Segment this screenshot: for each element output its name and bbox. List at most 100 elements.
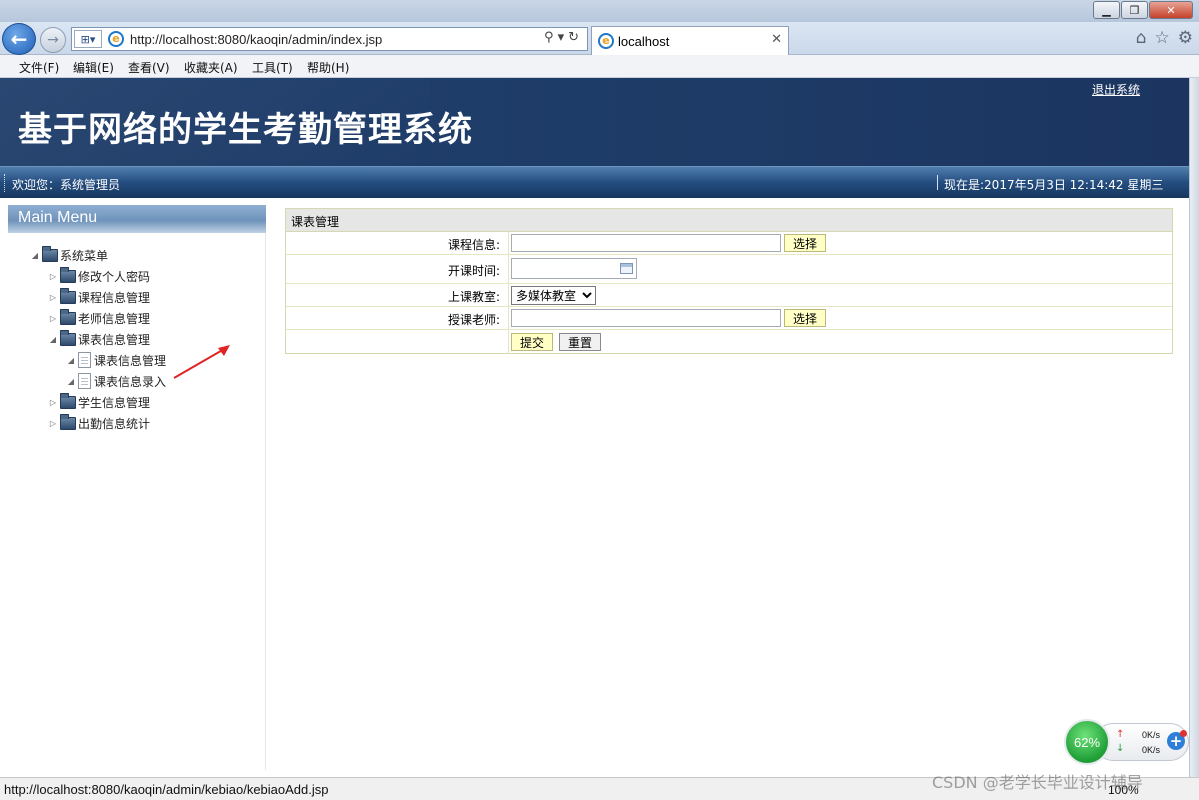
- panel-title: 课表管理: [286, 209, 1172, 232]
- usage-gauge: 62%: [1064, 719, 1110, 765]
- restore-button[interactable]: ❐: [1121, 1, 1148, 19]
- menu-help[interactable]: 帮助(H): [307, 59, 349, 76]
- network-speed-widget[interactable]: 62% ↑ ↓ 0K/s 0K/s +: [1064, 719, 1189, 765]
- file-icon: [78, 352, 91, 368]
- home-icon[interactable]: ⌂: [1136, 28, 1147, 48]
- left-menu: Main Menu ◢ 系统菜单 ▷ 修改个人密码 ▷ 课程信息管理 ▷ 老师信…: [8, 205, 266, 770]
- folder-icon: [60, 266, 76, 283]
- toolbar-icons: ⌂ ☆ ⚙: [1136, 28, 1193, 48]
- collapse-arrow-icon[interactable]: ◢: [28, 251, 42, 260]
- browser-tab[interactable]: e localhost ✕: [591, 26, 789, 55]
- status-url: http://localhost:8080/kaoqin/admin/kebia…: [4, 782, 329, 797]
- menu-tools[interactable]: 工具(T): [252, 59, 293, 76]
- site-banner: 基于网络的学生考勤管理系统 退出系统: [0, 78, 1189, 166]
- menu-edit[interactable]: 编辑(E): [73, 59, 114, 76]
- back-button[interactable]: ←: [2, 23, 36, 55]
- minimize-button[interactable]: ▁: [1093, 1, 1120, 19]
- menu-view[interactable]: 查看(V): [128, 59, 170, 76]
- start-time-input[interactable]: [511, 258, 637, 279]
- submit-button[interactable]: 提交: [511, 333, 553, 351]
- tree-item-label: 出勤信息统计: [78, 416, 151, 431]
- tree-item-schedule-manage[interactable]: ◢ 课表信息管理: [64, 351, 166, 369]
- search-refresh-icons[interactable]: ⚲▾↻: [544, 30, 583, 45]
- tree-root[interactable]: ◢ 系统菜单: [28, 245, 108, 264]
- tree-item-course[interactable]: ▷ 课程信息管理: [46, 287, 151, 306]
- current-datetime: 现在是:2017年5月3日 12:14:42 星期三: [936, 175, 1164, 192]
- form-row-time: 开课时间:: [286, 255, 1172, 284]
- tree-item-teacher[interactable]: ▷ 老师信息管理: [46, 308, 151, 327]
- folder-icon: [60, 413, 76, 430]
- browser-navbar: ← → ⊞▾ e ⚲▾↻ e localhost ✕ ⌂ ☆ ⚙: [0, 22, 1199, 55]
- vertical-scrollbar[interactable]: [1189, 78, 1199, 777]
- course-input[interactable]: [511, 234, 781, 252]
- window-titlebar: ▁ ❐ ✕: [0, 0, 1199, 22]
- folder-icon: [60, 392, 76, 409]
- teacher-label: 授课老师:: [286, 307, 509, 329]
- menu-favorites[interactable]: 收藏夹(A): [184, 59, 238, 76]
- welcome-text: 欢迎您：系统管理员: [3, 174, 121, 192]
- course-label: 课程信息:: [286, 232, 509, 254]
- leaf-arrow-icon: ◢: [67, 376, 75, 386]
- url-input[interactable]: [130, 31, 530, 48]
- time-label: 开课时间:: [286, 255, 509, 283]
- tree-item-label: 课表信息管理: [94, 353, 167, 368]
- tree-item-label: 修改个人密码: [78, 269, 151, 284]
- tree-item-schedule[interactable]: ◢ 课表信息管理: [46, 329, 151, 348]
- form-row-room: 上课教室: 多媒体教室: [286, 284, 1172, 307]
- tree-item-label: 老师信息管理: [78, 311, 151, 326]
- tree-item-label: 学生信息管理: [78, 395, 151, 410]
- teacher-input[interactable]: [511, 309, 781, 327]
- file-icon: [78, 373, 91, 389]
- form-row-course: 课程信息: 选择: [286, 232, 1172, 255]
- browser-menubar: 文件(F) 编辑(E) 查看(V) 收藏夹(A) 工具(T) 帮助(H): [0, 55, 1199, 78]
- tree-item-label: 课程信息管理: [78, 290, 151, 305]
- download-arrow-icon: ↓: [1116, 743, 1125, 754]
- tree-item-password[interactable]: ▷ 修改个人密码: [46, 266, 151, 285]
- reset-button[interactable]: 重置: [559, 333, 601, 351]
- watermark-text: CSDN @老学长毕业设计辅导: [932, 773, 1143, 792]
- tree-item-attendance[interactable]: ▷ 出勤信息统计: [46, 413, 151, 432]
- main-menu-header: Main Menu: [8, 205, 266, 233]
- menu-file[interactable]: 文件(F): [19, 59, 59, 76]
- widget-plus-icon[interactable]: +: [1167, 730, 1187, 750]
- expand-arrow-icon[interactable]: ▷: [46, 398, 60, 407]
- window-controls: ▁ ❐ ✕: [1092, 1, 1193, 19]
- leaf-arrow-icon: ◢: [67, 355, 75, 365]
- folder-icon: [60, 329, 76, 346]
- address-bar[interactable]: ⊞▾ e ⚲▾↻: [71, 27, 588, 51]
- collapse-arrow-icon[interactable]: ◢: [46, 335, 60, 344]
- main-menu-title: Main Menu: [18, 209, 98, 226]
- actions-label-cell: [286, 330, 509, 353]
- form-row-actions: 提交 重置: [286, 330, 1172, 353]
- settings-gear-icon[interactable]: ⚙: [1178, 28, 1193, 48]
- page-content: 基于网络的学生考勤管理系统 退出系统 欢迎您：系统管理员 现在是:2017年5月…: [0, 78, 1189, 777]
- upload-arrow-icon: ↑: [1116, 729, 1125, 740]
- tab-title: localhost: [618, 34, 670, 49]
- info-bar: 欢迎您：系统管理员 现在是:2017年5月3日 12:14:42 星期三: [0, 166, 1189, 198]
- tree-item-label: 课表信息管理: [78, 332, 151, 347]
- classroom-select[interactable]: 多媒体教室: [511, 286, 596, 305]
- forward-button[interactable]: →: [40, 27, 66, 53]
- close-window-button[interactable]: ✕: [1149, 1, 1193, 19]
- schedule-form-panel: 课表管理 课程信息: 选择 开课时间: 上课教室: 多媒体教室 授课老师: 选择…: [285, 208, 1173, 354]
- course-select-button[interactable]: 选择: [784, 234, 826, 252]
- ie-page-icon: e: [108, 31, 124, 47]
- tree-item-label: 课表信息录入: [94, 374, 167, 389]
- folder-icon: [60, 308, 76, 325]
- expand-arrow-icon[interactable]: ▷: [46, 272, 60, 281]
- upload-speed: 0K/s: [1142, 730, 1161, 740]
- site-title: 基于网络的学生考勤管理系统: [18, 110, 473, 150]
- tab-close-icon[interactable]: ✕: [771, 32, 782, 47]
- teacher-select-button[interactable]: 选择: [784, 309, 826, 327]
- logout-link[interactable]: 退出系统: [1092, 81, 1140, 98]
- expand-arrow-icon[interactable]: ▷: [46, 293, 60, 302]
- tab-favicon-icon: e: [598, 33, 614, 49]
- expand-arrow-icon[interactable]: ▷: [46, 419, 60, 428]
- compat-view-icon[interactable]: ⊞▾: [74, 30, 102, 48]
- calendar-icon[interactable]: [620, 263, 633, 274]
- expand-arrow-icon[interactable]: ▷: [46, 314, 60, 323]
- tree-item-schedule-add[interactable]: ◢ 课表信息录入: [64, 372, 166, 390]
- folder-icon: [60, 287, 76, 304]
- tree-item-student[interactable]: ▷ 学生信息管理: [46, 392, 151, 411]
- favorites-star-icon[interactable]: ☆: [1155, 28, 1170, 48]
